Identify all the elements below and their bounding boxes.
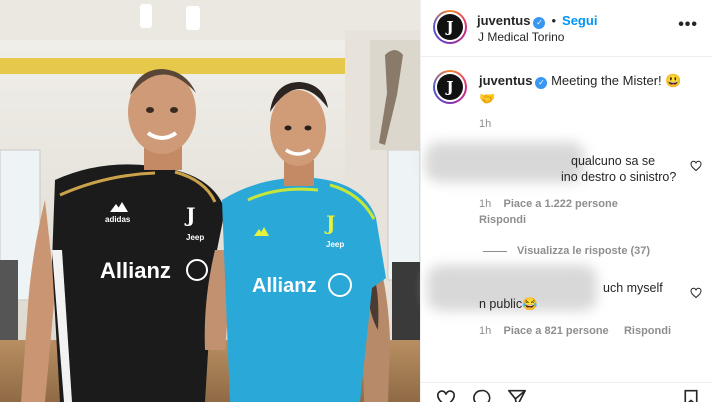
caption-text: Meeting the Mister! 😃: [551, 73, 682, 88]
right-shirt-sub: Jeep: [326, 240, 344, 249]
juventus-logo-icon: J: [437, 14, 463, 40]
svg-text:adidas: adidas: [105, 215, 131, 224]
heart-icon[interactable]: [690, 160, 702, 172]
left-shirt-sub: Jeep: [186, 233, 204, 242]
svg-text:J: J: [184, 203, 195, 227]
verified-badge-icon: ✓: [533, 17, 546, 29]
caption-emoji: 🤝: [479, 91, 496, 106]
header-separator: •: [551, 13, 557, 28]
caption-avatar[interactable]: J: [433, 70, 467, 104]
caption-username[interactable]: juventus: [479, 73, 532, 88]
post-action-bar: [421, 382, 712, 402]
comment-1-text-line-1: qualcuno sa se: [571, 154, 656, 168]
juventus-logo-icon: J: [437, 74, 463, 100]
photo-illustration: J Jeep adidas Allianz J Jeep Allianz: [0, 0, 420, 402]
comment-2-reply-button[interactable]: Rispondi: [624, 325, 671, 337]
caption: juventus ✓ Meeting the Mister! 😃 🤝: [479, 72, 704, 108]
comment-2-text-line-2: n public😂: [479, 297, 538, 311]
header-username[interactable]: juventus: [477, 13, 530, 28]
share-icon[interactable]: [507, 389, 527, 402]
post-side-panel: J juventus ✓ • Segui J Medical Torino ••• J…: [420, 0, 712, 402]
verified-badge-icon: ✓: [535, 77, 548, 89]
view-replies-button[interactable]: Visualizza le risposte (37): [483, 245, 650, 257]
comment-1-meta: 1h Piace a 1.222 persone: [479, 198, 618, 210]
comment-2-text-line-1: uch myself: [603, 281, 663, 295]
svg-text:J: J: [324, 211, 335, 235]
more-options-icon[interactable]: •••: [678, 16, 698, 34]
comment-icon[interactable]: [471, 389, 491, 402]
header-divider: [421, 56, 712, 57]
comment-1-text-line-2: ino destro o sinistro?: [561, 170, 677, 184]
comment-1-time: 1h: [479, 198, 492, 210]
comment-2-meta: 1h Piace a 821 persone Rispondi: [479, 325, 671, 337]
heart-icon[interactable]: [690, 287, 702, 299]
caption-time: 1h: [479, 118, 492, 130]
replies-line: [483, 250, 507, 252]
left-shirt-sponsor: Allianz: [100, 258, 171, 283]
bookmark-icon[interactable]: [683, 389, 699, 402]
comment-1-reply-button[interactable]: Rispondi: [479, 214, 526, 226]
right-shirt-sponsor: Allianz: [252, 275, 316, 297]
comment-2-likes[interactable]: Piace a 821 persone: [503, 325, 608, 337]
post-header: juventus ✓ • Segui: [477, 12, 597, 30]
follow-button[interactable]: Segui: [562, 13, 597, 28]
comment-1-likes[interactable]: Piace a 1.222 persone: [503, 198, 617, 210]
heart-icon[interactable]: [436, 389, 456, 402]
location-link[interactable]: J Medical Torino: [478, 30, 564, 44]
comment-2-time: 1h: [479, 325, 492, 337]
post-photo[interactable]: J Jeep adidas Allianz J Jeep Allianz: [0, 0, 420, 402]
account-avatar[interactable]: J: [433, 10, 467, 44]
